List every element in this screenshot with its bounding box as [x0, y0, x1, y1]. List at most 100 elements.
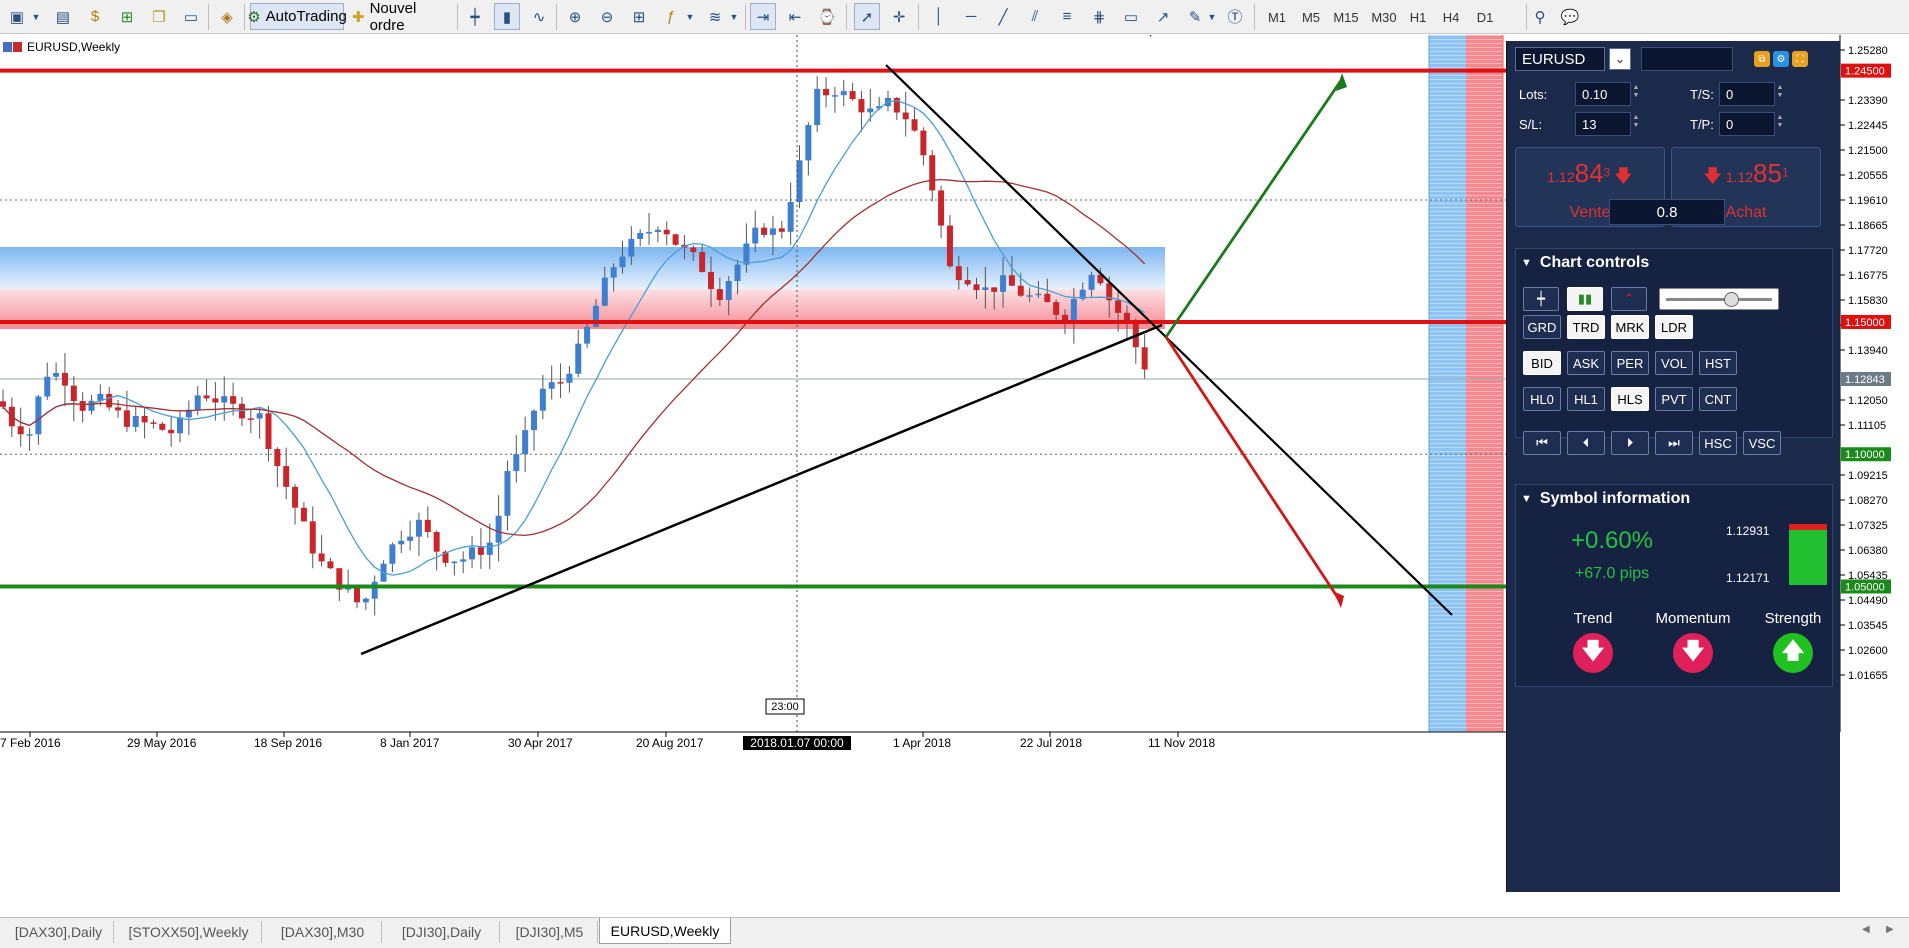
line-mode-icon[interactable]: ⌃: [1611, 287, 1647, 311]
hst-button[interactable]: HST: [1699, 351, 1737, 375]
tab-dax30-m30[interactable]: [DAX30],M30: [264, 921, 382, 943]
crosshair-icon[interactable]: ✛: [886, 3, 912, 30]
templates-icon[interactable]: ≋: [702, 3, 728, 30]
hls-button[interactable]: HLS: [1611, 387, 1649, 411]
timeframe-m1[interactable]: M1: [1262, 6, 1292, 28]
timeframe-d1[interactable]: D1: [1470, 6, 1500, 28]
new-order-button[interactable]: ✚ Nouvel ordre: [352, 0, 452, 34]
templates-dropdown-icon[interactable]: ▼: [728, 3, 740, 30]
shapes-dropdown-icon[interactable]: ▼: [1206, 3, 1218, 30]
price-axis[interactable]: [1840, 35, 1909, 897]
price-tick-label: 1.22445: [1848, 120, 1888, 132]
candle-mode-icon[interactable]: ▮▮: [1567, 287, 1603, 311]
cnt-button[interactable]: CNT: [1699, 387, 1737, 411]
market-watch-icon[interactable]: $: [82, 3, 108, 30]
settings-gear-icon[interactable]: ⚙: [1773, 51, 1789, 67]
symbol-select[interactable]: EURUSD: [1515, 47, 1605, 71]
cursor-icon[interactable]: ➚: [854, 3, 880, 30]
periods-icon[interactable]: ⌚: [814, 3, 840, 30]
bar-chart-icon[interactable]: ┿: [462, 3, 488, 30]
arrow-tool-icon[interactable]: ↗: [1150, 3, 1176, 30]
terminal-icon[interactable]: ▭: [178, 3, 204, 30]
tp-stepper[interactable]: ▲ ▼: [1775, 114, 1785, 130]
expand-icon[interactable]: ⛶: [1792, 51, 1808, 67]
vertical-line-icon[interactable]: │: [926, 3, 952, 30]
timeframe-m30[interactable]: M30: [1366, 6, 1402, 28]
candle-body: [1088, 274, 1095, 290]
trendline-icon[interactable]: ╱: [990, 3, 1016, 30]
ts-input[interactable]: 0: [1719, 82, 1775, 106]
vol-button[interactable]: VOL: [1655, 351, 1693, 375]
pvt-button[interactable]: PVT: [1655, 387, 1693, 411]
navigator-icon[interactable]: ❐: [146, 3, 172, 30]
grd-button[interactable]: GRD: [1523, 315, 1561, 339]
lots-input[interactable]: 0.10: [1575, 82, 1631, 106]
candlestick-icon[interactable]: ▮: [494, 3, 520, 30]
data-window-icon[interactable]: ⊞: [114, 3, 140, 30]
ldr-button[interactable]: LDR: [1655, 315, 1693, 339]
new-chart-icon[interactable]: ▣: [4, 3, 30, 30]
copy-icon[interactable]: ⧉: [1754, 51, 1770, 67]
zoom-slider-handle[interactable]: [1724, 292, 1739, 307]
auto-scroll-icon[interactable]: ⇥: [750, 3, 776, 30]
gann-icon[interactable]: ⋕: [1086, 3, 1112, 30]
symbol-info-header[interactable]: ▼ Symbol information: [1515, 486, 1833, 512]
chart-shift-icon[interactable]: ⇤: [782, 3, 808, 30]
bid-button[interactable]: BID: [1523, 351, 1561, 375]
timeframe-m5[interactable]: M5: [1296, 6, 1326, 28]
tab-dji30-m5[interactable]: [DJI30],M5: [502, 921, 598, 943]
rectangle-icon[interactable]: ▭: [1118, 3, 1144, 30]
tab-scroll-left-icon[interactable]: ◀: [1862, 924, 1870, 935]
symbol-search-input[interactable]: [1641, 47, 1733, 71]
equidistant-channel-icon[interactable]: ⫽: [1022, 3, 1048, 30]
scroll-begin-icon[interactable]: ⏮: [1523, 431, 1561, 455]
scroll-end-icon[interactable]: ⏭: [1655, 431, 1693, 455]
line-chart-icon[interactable]: ∿: [526, 3, 552, 30]
zoom-slider[interactable]: [1659, 288, 1779, 310]
sl-input[interactable]: 13: [1575, 112, 1631, 136]
tab-eurusd-weekly[interactable]: EURUSD,Weekly: [599, 918, 731, 944]
strategy-tester-icon[interactable]: ◈: [214, 3, 240, 30]
profiles-icon[interactable]: ▤: [50, 3, 76, 30]
mrk-button[interactable]: MRK: [1611, 315, 1649, 339]
ask-button[interactable]: ASK: [1567, 351, 1605, 375]
lots-stepper[interactable]: ▲ ▼: [1631, 84, 1641, 100]
tab-dji30-daily[interactable]: [DJI30],Daily: [384, 921, 500, 943]
fibonacci-icon[interactable]: ≡: [1054, 3, 1080, 30]
candle-body: [831, 95, 838, 97]
tab-stoxx50-weekly[interactable]: [STOXX50],Weekly: [116, 921, 262, 943]
tab-scroll-right-icon[interactable]: ▶: [1886, 924, 1894, 935]
ts-stepper[interactable]: ▲ ▼: [1775, 84, 1785, 100]
per-button[interactable]: PER: [1611, 351, 1649, 375]
autotrading-button[interactable]: ⚙ AutoTrading: [247, 3, 347, 30]
trd-button[interactable]: TRD: [1567, 315, 1605, 339]
zoom-in-icon[interactable]: ⊕: [562, 3, 588, 30]
timeframe-h1[interactable]: H1: [1404, 6, 1432, 28]
tile-windows-icon[interactable]: ⊞: [626, 3, 652, 30]
symbol-dropdown-icon[interactable]: ⌄: [1609, 48, 1631, 70]
candle-body: [300, 507, 307, 522]
bar-mode-icon[interactable]: ┿: [1523, 287, 1559, 311]
chat-icon[interactable]: 💬: [1556, 3, 1584, 30]
tp-input[interactable]: 0: [1719, 112, 1775, 136]
search-icon[interactable]: ⚲: [1526, 3, 1554, 30]
timeframe-h4[interactable]: H4: [1436, 6, 1466, 28]
tab-dax30-daily[interactable]: [DAX30],Daily: [4, 921, 114, 943]
indicators-icon[interactable]: ƒ: [658, 3, 684, 30]
hl0-button[interactable]: HL0: [1523, 387, 1561, 411]
indicators-dropdown-icon[interactable]: ▼: [684, 3, 696, 30]
shapes-icon[interactable]: ✎: [1182, 3, 1208, 30]
scroll-back-icon[interactable]: ⏴: [1567, 431, 1605, 455]
timeframe-m15[interactable]: M15: [1328, 6, 1364, 28]
candle-body: [221, 396, 228, 403]
scroll-forward-icon[interactable]: ⏵: [1611, 431, 1649, 455]
zoom-out-icon[interactable]: ⊖: [594, 3, 620, 30]
hsc-button[interactable]: HSC: [1699, 431, 1737, 455]
chart-controls-header[interactable]: ▼ Chart controls: [1515, 250, 1833, 276]
horizontal-line-icon[interactable]: ─: [958, 3, 984, 30]
hl1-button[interactable]: HL1: [1567, 387, 1605, 411]
new-chart-dropdown-icon[interactable]: ▼: [30, 3, 42, 30]
text-label-icon[interactable]: Ⓣ: [1222, 3, 1248, 30]
vsc-button[interactable]: VSC: [1743, 431, 1781, 455]
sl-stepper[interactable]: ▲ ▼: [1631, 114, 1641, 130]
